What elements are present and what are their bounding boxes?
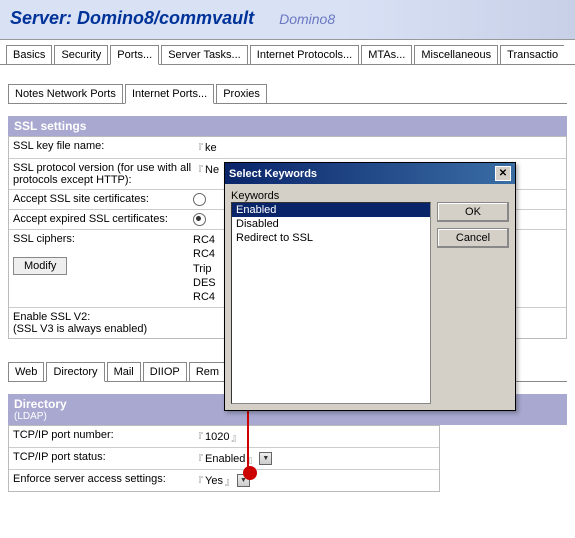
keywords-listbox[interactable]: Enabled Disabled Redirect to SSL [231,202,431,404]
ssl-key-value[interactable]: ke [205,142,217,154]
select-keywords-dialog: Select Keywords ✕ Keywords Enabled Disab… [224,162,516,411]
close-icon[interactable]: ✕ [495,166,511,181]
tab-security[interactable]: Security [54,45,108,64]
dir-status-value: Enabled [205,453,245,465]
ssl-proto-value[interactable]: Ne [205,164,219,176]
tab-transaction[interactable]: Transactio [500,45,564,64]
ssl-key-label: SSL key file name: [13,140,193,152]
ssl-section-header: SSL settings [8,116,567,136]
dir-enforce-label: Enforce server access settings: [13,473,193,485]
main-tabs: Basics Security Ports... Server Tasks...… [0,40,575,65]
title-prefix: Server: [10,8,77,28]
directory-section: TCP/IP port number: 1020 TCP/IP port sta… [8,425,440,492]
subtab-notes-ports[interactable]: Notes Network Ports [8,84,123,103]
tab-mtas[interactable]: MTAs... [361,45,412,64]
ssl-v2-label: Enable SSL V2: (SSL V3 is always enabled… [13,311,193,335]
ssl-site-label: Accept SSL site certificates: [13,193,193,205]
ssl-ciphers-value: RC4 RC4 Trip DES RC4 [193,233,216,304]
kw-item-disabled[interactable]: Disabled [232,217,430,231]
ssl-expired-radio[interactable] [193,213,206,226]
ptab-rem[interactable]: Rem [189,362,226,381]
annotation-arrow [247,402,249,468]
ptab-directory[interactable]: Directory [46,362,104,382]
ports-subtabs: Notes Network Ports Internet Ports... Pr… [8,73,567,104]
modify-button[interactable]: Modify [13,257,67,275]
annotation-arrow-tail [243,466,257,480]
kw-item-redirect[interactable]: Redirect to SSL [232,231,430,245]
keywords-label: Keywords [231,190,431,202]
title-value: Domino8/commvault [77,8,254,28]
ptab-mail[interactable]: Mail [107,362,141,381]
dir-port-value[interactable]: 1020 [205,431,229,443]
page-title: Server: Domino8/commvault Domino8 [10,8,565,29]
ok-button[interactable]: OK [437,202,509,222]
kw-item-enabled[interactable]: Enabled [232,203,430,217]
ptab-web[interactable]: Web [8,362,44,381]
ssl-proto-label: SSL protocol version (for use with all p… [13,162,193,186]
tab-server-tasks[interactable]: Server Tasks... [161,45,248,64]
ssl-ciphers-label: SSL ciphers: Modify [13,233,193,275]
dir-status-label: TCP/IP port status: [13,451,193,463]
subtab-internet-ports[interactable]: Internet Ports... [125,84,214,104]
dir-port-label: TCP/IP port number: [13,429,193,441]
header: Server: Domino8/commvault Domino8 [0,0,575,40]
ptab-diiop[interactable]: DIIOP [143,362,187,381]
title-sub: Domino8 [279,11,335,27]
dialog-title: Select Keywords [229,168,317,180]
dialog-titlebar[interactable]: Select Keywords ✕ [225,163,515,184]
tab-misc[interactable]: Miscellaneous [414,45,498,64]
ssl-expired-label: Accept expired SSL certificates: [13,213,193,225]
tab-basics[interactable]: Basics [6,45,52,64]
ssl-site-radio[interactable] [193,193,206,206]
tab-ports[interactable]: Ports... [110,45,159,65]
dir-status-dropdown[interactable]: ▼ [259,452,272,465]
tab-internet-protocols[interactable]: Internet Protocols... [250,45,359,64]
subtab-proxies[interactable]: Proxies [216,84,267,103]
cancel-button[interactable]: Cancel [437,228,509,248]
dir-enforce-value: Yes [205,475,223,487]
